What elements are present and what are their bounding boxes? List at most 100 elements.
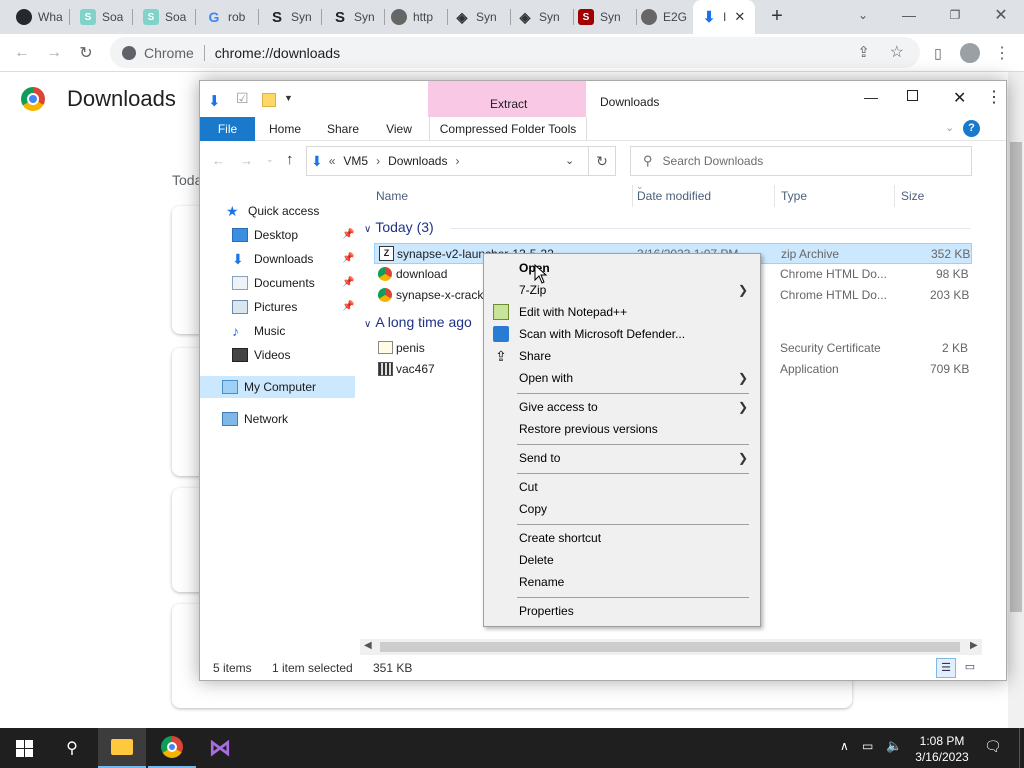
- menu-item-create-shortcut[interactable]: Create shortcut: [486, 527, 758, 549]
- browser-tab-3[interactable]: S Soa: [133, 0, 196, 34]
- menu-item-defender[interactable]: Scan with Microsoft Defender...: [486, 323, 758, 345]
- search-button[interactable]: ⚲: [48, 728, 96, 768]
- notifications-icon[interactable]: 🗨: [984, 738, 1002, 755]
- forward-button[interactable]: →: [40, 39, 68, 67]
- up-arrow-icon[interactable]: ↑: [286, 151, 294, 168]
- scroll-left-icon[interactable]: ◀: [364, 640, 372, 651]
- pin-icon[interactable]: 📌: [342, 229, 354, 240]
- show-desktop-button[interactable]: [1019, 728, 1024, 768]
- ribbon-tab-file[interactable]: File: [200, 117, 255, 141]
- explorer-minimize-button[interactable]: —: [864, 89, 878, 105]
- tray-clock-date[interactable]: 3/16/2023: [912, 750, 972, 764]
- breadcrumb-vm5[interactable]: VM5: [343, 154, 368, 168]
- menu-item-delete[interactable]: Delete: [486, 549, 758, 571]
- nav-network[interactable]: Network: [222, 408, 288, 430]
- back-button[interactable]: ←: [8, 39, 36, 67]
- pin-icon[interactable]: 📌: [342, 301, 354, 312]
- profile-button[interactable]: [956, 39, 984, 67]
- new-tab-button[interactable]: +: [765, 5, 789, 29]
- explorer-close-button[interactable]: ✕: [953, 88, 966, 108]
- nav-pictures[interactable]: Pictures: [232, 296, 297, 318]
- taskbar-file-explorer[interactable]: [98, 728, 146, 768]
- column-header-size[interactable]: Size: [901, 189, 924, 203]
- menu-item-cut[interactable]: Cut: [486, 476, 758, 498]
- browser-tab-6[interactable]: S Syn: [322, 0, 385, 34]
- group-header-long-ago[interactable]: ∨ A long time ago: [364, 314, 472, 330]
- new-folder-icon[interactable]: [262, 93, 276, 107]
- nav-desktop[interactable]: Desktop: [232, 224, 298, 246]
- qat-dropdown-icon[interactable]: ▼: [284, 93, 293, 103]
- side-panel-icon[interactable]: ▯: [924, 39, 952, 67]
- pin-icon[interactable]: 📌: [342, 253, 354, 264]
- column-header-type[interactable]: Type: [781, 189, 807, 203]
- taskbar-chrome[interactable]: [148, 728, 196, 768]
- close-window-button[interactable]: ✕: [978, 0, 1024, 30]
- properties-icon[interactable]: ☑: [236, 90, 249, 107]
- address-bar[interactable]: Chrome chrome://downloads ⇪ ☆: [110, 37, 920, 68]
- close-tab-icon[interactable]: ✕: [734, 9, 745, 25]
- share-icon[interactable]: ⇪: [857, 43, 870, 61]
- explorer-maximize-button[interactable]: [907, 90, 918, 101]
- tray-chevron-icon[interactable]: ∧: [840, 739, 849, 753]
- menu-item-properties[interactable]: Properties: [486, 600, 758, 622]
- volume-tray-icon[interactable]: 🔈: [886, 738, 902, 754]
- column-header-date[interactable]: Date modified: [637, 189, 711, 203]
- browser-tab-5[interactable]: S Syn: [259, 0, 322, 34]
- browser-tab-11[interactable]: E2G: [637, 0, 693, 34]
- browser-tab-downloads[interactable]: ⬇ I ✕: [693, 0, 755, 34]
- ribbon-expand-icon[interactable]: ⌄: [945, 121, 954, 134]
- browser-tab-7[interactable]: http: [385, 0, 448, 34]
- recent-locations-icon[interactable]: ⌄: [266, 154, 274, 165]
- back-arrow-icon[interactable]: ←: [212, 153, 225, 168]
- network-tray-icon[interactable]: ▭: [862, 739, 873, 753]
- explorer-address-bar[interactable]: ⬇ « VM5 › Downloads › ⌄: [306, 146, 616, 176]
- menu-item-notepad[interactable]: Edit with Notepad++: [486, 301, 758, 323]
- menu-item-rename[interactable]: Rename: [486, 571, 758, 593]
- browser-tab-1[interactable]: Wha: [0, 0, 70, 34]
- group-header-today[interactable]: ∨ Today (3): [364, 219, 434, 235]
- nav-quick-access[interactable]: ★ Quick access: [226, 200, 319, 222]
- menu-item-share[interactable]: ⇪ Share: [486, 345, 758, 367]
- nav-my-computer[interactable]: My Computer: [200, 376, 355, 398]
- ribbon-tab-share[interactable]: Share: [318, 117, 368, 141]
- page-scrollbar[interactable]: [1008, 72, 1024, 728]
- restore-button[interactable]: ❐: [932, 0, 978, 30]
- star-icon[interactable]: ☆: [890, 42, 904, 62]
- browser-tab-4[interactable]: G rob: [196, 0, 259, 34]
- reload-button[interactable]: ↻: [72, 39, 100, 67]
- menu-item-open[interactable]: Open: [486, 257, 758, 279]
- ribbon-tab-view[interactable]: View: [376, 117, 422, 141]
- menu-item-open-with[interactable]: Open with ❯: [486, 367, 758, 389]
- address-dropdown-icon[interactable]: ⌄: [565, 154, 574, 167]
- large-icons-view-icon[interactable]: ▭: [960, 658, 980, 678]
- refresh-button[interactable]: ↻: [588, 146, 616, 176]
- menu-item-7zip[interactable]: 7-Zip ❯: [486, 279, 758, 301]
- search-box[interactable]: ⚲ Search Downloads: [630, 146, 972, 176]
- column-header-name[interactable]: Name: [376, 189, 408, 203]
- menu-item-restore[interactable]: Restore previous versions: [486, 418, 758, 440]
- taskbar-visual-studio[interactable]: ⋈: [196, 728, 244, 768]
- browser-tab-9[interactable]: ◈ Syn: [511, 0, 574, 34]
- pin-icon[interactable]: 📌: [342, 277, 354, 288]
- breadcrumb-downloads[interactable]: Downloads: [388, 154, 447, 168]
- tray-clock-time[interactable]: 1:08 PM: [916, 734, 968, 748]
- forward-arrow-icon[interactable]: →: [240, 153, 253, 168]
- details-view-icon[interactable]: ☰: [936, 658, 956, 678]
- ribbon-tab-compressed-folder-tools[interactable]: Compressed Folder Tools: [429, 117, 587, 141]
- nav-music[interactable]: ♪ Music: [232, 320, 285, 342]
- ribbon-tab-home[interactable]: Home: [260, 117, 310, 141]
- horizontal-scrollbar[interactable]: ◀ ▶: [360, 639, 982, 655]
- browser-tab-10[interactable]: S Syn: [574, 0, 637, 34]
- minimize-button[interactable]: —: [886, 0, 932, 30]
- nav-videos[interactable]: Videos: [232, 344, 290, 366]
- scrollbar-thumb[interactable]: [380, 642, 960, 652]
- nav-downloads[interactable]: ⬇ Downloads: [232, 248, 313, 270]
- tab-search-button[interactable]: ⌄: [840, 0, 886, 30]
- menu-item-give-access[interactable]: Give access to ❯: [486, 396, 758, 418]
- scroll-right-icon[interactable]: ▶: [970, 640, 978, 651]
- nav-documents[interactable]: Documents: [232, 272, 315, 294]
- start-button[interactable]: [0, 728, 48, 768]
- overflow-chevron-icon[interactable]: «: [329, 154, 336, 168]
- menu-item-copy[interactable]: Copy: [486, 498, 758, 520]
- menu-item-send-to[interactable]: Send to ❯: [486, 447, 758, 469]
